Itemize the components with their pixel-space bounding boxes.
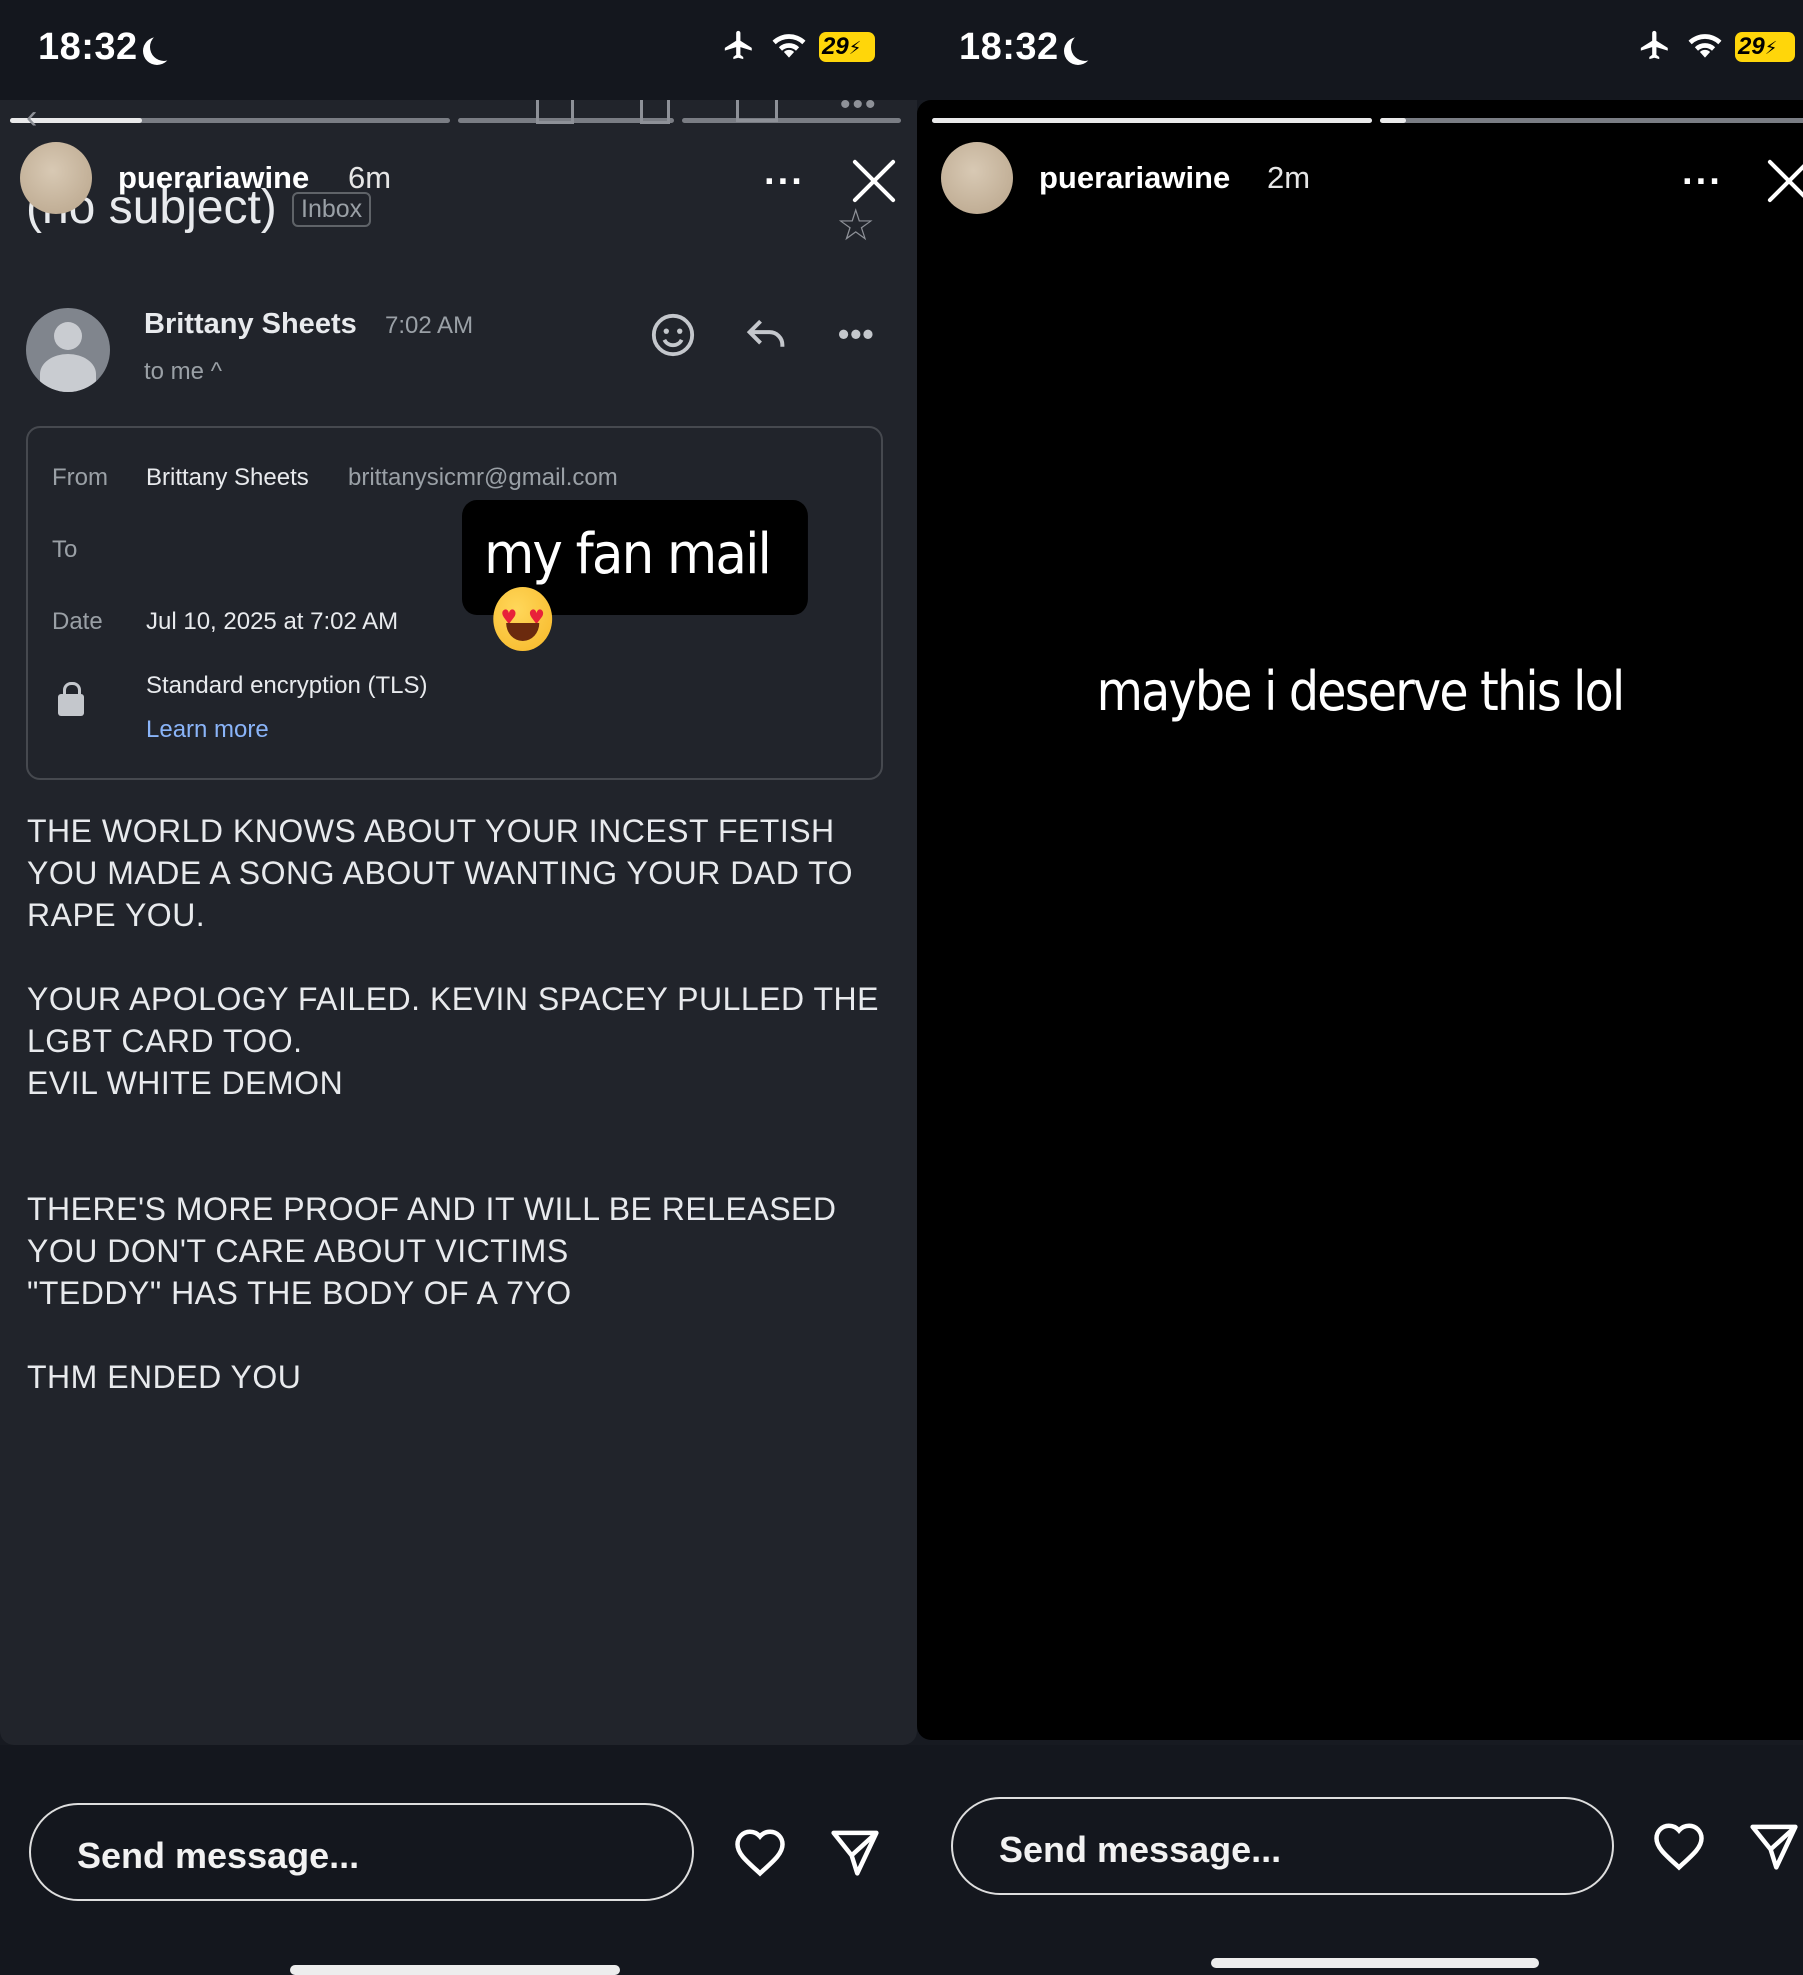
trash-icon (640, 100, 670, 124)
airplane-icon (724, 30, 752, 60)
email-time: 7:02 AM (385, 312, 474, 339)
sender-avatar (26, 308, 110, 392)
date-value: Jul 10, 2025 at 7:02 AM (146, 608, 399, 635)
sender-name: Brittany Sheets (144, 308, 357, 340)
date-label: Date (52, 608, 103, 635)
close-icon[interactable] (850, 156, 898, 204)
wifi-icon (772, 34, 806, 58)
story-avatar[interactable] (20, 142, 92, 214)
status-bar: 18:32 29⚡ (0, 0, 917, 100)
lock-icon (58, 682, 84, 716)
more-icon[interactable]: ··· (1682, 163, 1723, 201)
airplane-icon (1640, 30, 1668, 60)
text-sticker: my fan mail ♥ ♥ (462, 500, 808, 651)
left-story-panel: 18:32 29⚡ ‹ ••• (no subject) Inbox ☆ pue… (0, 0, 917, 1975)
from-name: Brittany Sheets (146, 464, 309, 491)
send-icon[interactable] (1747, 1819, 1801, 1873)
from-label: From (52, 464, 108, 491)
send-message-input[interactable]: Send message... (951, 1797, 1614, 1895)
right-story-panel: 18:32 29⚡ puerariawine 2m ··· maybe i de… (917, 0, 1803, 1975)
story-footer: Send message... (917, 1745, 1803, 1975)
reply-icon[interactable] (744, 314, 788, 354)
send-icon[interactable] (828, 1825, 882, 1879)
battery-level: 29 (822, 33, 849, 60)
home-indicator[interactable] (290, 1965, 620, 1975)
emoji-icon[interactable] (650, 312, 696, 358)
story-time: 6m (348, 160, 392, 195)
battery-level: 29 (1738, 33, 1765, 60)
story-time: 2m (1267, 160, 1311, 195)
sticker-text: my fan mail (484, 522, 772, 587)
mail-icon (736, 100, 778, 122)
send-message-input[interactable]: Send message... (29, 1803, 694, 1901)
story-caption: maybe i deserve this lol (1096, 660, 1626, 723)
back-icon: ‹ (26, 100, 38, 136)
to-label: To (52, 536, 78, 563)
encryption-text: Standard encryption (TLS) (146, 672, 428, 699)
story-content: puerariawine 2m ··· maybe i deserve this… (917, 100, 1803, 1740)
message-more-icon[interactable]: ••• (838, 318, 875, 350)
battery-icon: 29⚡ (1735, 32, 1795, 62)
wifi-icon (1688, 34, 1722, 58)
story-progress (932, 118, 1803, 123)
heart-icon[interactable] (1652, 1821, 1706, 1871)
story-footer: Send message... (0, 1745, 917, 1975)
moon-icon (1071, 33, 1099, 61)
from-email: brittanysicmr@gmail.com (348, 464, 618, 491)
progress-segment (1380, 118, 1803, 123)
star-icon[interactable]: ☆ (836, 200, 875, 251)
learn-more-link[interactable]: Learn more (146, 716, 269, 744)
progress-segment (10, 118, 450, 123)
story-avatar[interactable] (941, 142, 1013, 214)
story-username[interactable]: puerariawine (118, 160, 309, 196)
recipient-toggle[interactable]: to me ^ (144, 358, 222, 386)
close-icon[interactable] (1765, 156, 1803, 204)
email-body: THE WORLD KNOWS ABOUT YOUR INCEST FETISH… (27, 813, 879, 1395)
folder-chip[interactable]: Inbox (292, 192, 372, 227)
status-time: 18:32 (38, 26, 166, 69)
moon-icon (150, 33, 178, 61)
email-screenshot: ‹ ••• (no subject) Inbox ☆ puerariawine … (0, 100, 917, 1745)
home-indicator[interactable] (1211, 1958, 1539, 1968)
heart-icon[interactable] (733, 1827, 787, 1877)
status-time: 18:32 (959, 26, 1087, 69)
progress-segment (932, 118, 1372, 123)
more-icon[interactable]: ··· (764, 163, 805, 201)
story-username[interactable]: puerariawine (1039, 160, 1230, 196)
status-bar: 18:32 29⚡ (917, 0, 1803, 100)
battery-icon: 29⚡ (819, 32, 875, 62)
email-more-icon: ••• (840, 100, 878, 121)
archive-icon (536, 100, 574, 124)
heart-eyes-emoji-icon: ♥ ♥ (493, 586, 553, 651)
